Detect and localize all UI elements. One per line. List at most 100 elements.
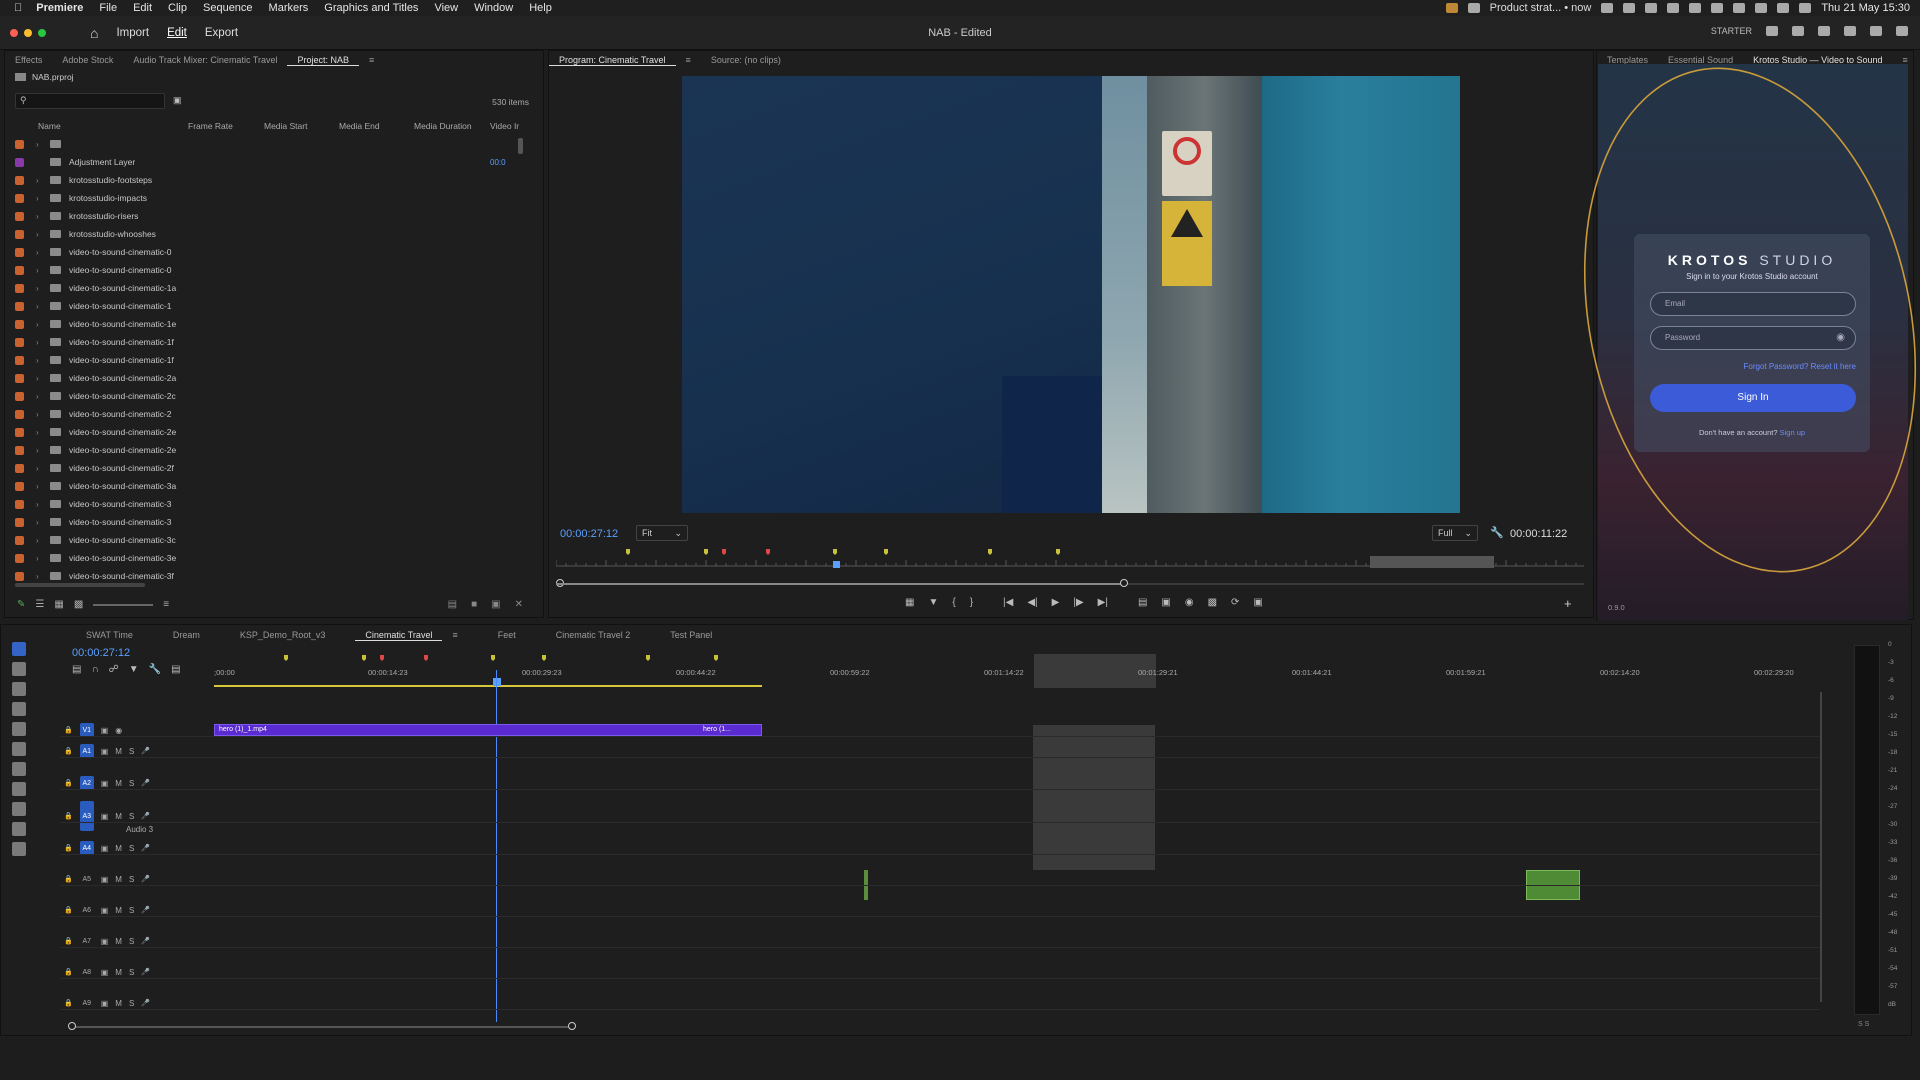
zoom-tool-icon[interactable] — [12, 802, 26, 816]
chevron-right-icon[interactable]: › — [36, 374, 46, 383]
track-header-a8[interactable]: 🔒 A8 ▣ M S 🎤 — [64, 960, 150, 984]
mic-icon[interactable]: 🎤 — [141, 779, 150, 787]
battery-icon[interactable] — [1733, 3, 1746, 13]
chevron-right-icon[interactable]: › — [36, 212, 46, 221]
new-bin-icon[interactable]: ▣ — [173, 95, 182, 106]
solo-button[interactable]: S — [129, 968, 134, 977]
import-tab[interactable]: Import — [116, 27, 149, 39]
status-icon-2[interactable] — [1623, 3, 1636, 13]
mark-in-icon[interactable]: { — [952, 597, 955, 608]
list-item[interactable]: › video-to-sound-cinematic-3 — [5, 495, 525, 513]
label-color-swatch[interactable] — [15, 373, 24, 383]
chevron-right-icon[interactable]: › — [36, 230, 46, 239]
tab-project[interactable]: Project: NAB — [287, 55, 359, 66]
menu-edit[interactable]: Edit — [133, 2, 152, 14]
menu-app-name[interactable]: Premiere — [36, 2, 83, 14]
razor-tool-icon[interactable] — [12, 702, 26, 716]
list-item[interactable]: › video-to-sound-cinematic-3c — [5, 531, 525, 549]
mic-icon[interactable] — [1445, 3, 1458, 13]
chevron-right-icon[interactable]: › — [36, 356, 46, 365]
sync-lock-icon[interactable]: ▣ — [101, 906, 109, 915]
playhead[interactable] — [496, 670, 497, 1022]
marker-icon[interactable]: ▼ — [928, 597, 938, 608]
control-center-icon[interactable] — [1799, 3, 1812, 13]
datetime[interactable]: Thu 21 May 15:30 — [1821, 2, 1910, 14]
edit-tab[interactable]: Edit — [167, 27, 187, 39]
list-item[interactable]: › video-to-sound-cinematic-0 — [5, 261, 525, 279]
nest-icon[interactable]: ▤ — [72, 664, 81, 675]
mute-button[interactable]: M — [115, 999, 122, 1008]
share-icon[interactable] — [1792, 26, 1804, 36]
sync-lock-icon[interactable]: ▣ — [101, 937, 109, 946]
track-header-a9[interactable]: 🔒 A9 ▣ M S 🎤 — [64, 991, 150, 1015]
overwrite-icon[interactable]: ▣ — [1161, 597, 1170, 608]
label-color-swatch[interactable] — [15, 193, 24, 203]
chevron-right-icon[interactable]: › — [36, 266, 46, 275]
list-item[interactable]: › video-to-sound-cinematic-2a — [5, 369, 525, 387]
project-search-input[interactable]: ⚲ — [15, 93, 165, 109]
program-scrub-ruler[interactable] — [555, 546, 1584, 570]
chevron-right-icon[interactable]: › — [36, 320, 46, 329]
label-color-swatch[interactable] — [15, 409, 24, 419]
chevron-right-icon[interactable]: › — [36, 464, 46, 473]
chevron-right-icon[interactable]: › — [36, 248, 46, 257]
eye-icon[interactable]: ◉ — [115, 726, 122, 735]
vertical-scrollbar[interactable] — [1820, 692, 1822, 1002]
sync-lock-icon[interactable]: ▣ — [101, 747, 109, 756]
fullscreen-icon[interactable] — [1896, 26, 1908, 36]
caption-tool-icon[interactable] — [12, 842, 26, 856]
export-tab[interactable]: Export — [205, 27, 238, 39]
tab-seq-test-panel[interactable]: Test Panel — [660, 630, 722, 640]
horizontal-scrollbar[interactable] — [15, 583, 145, 587]
list-item[interactable]: › krotosstudio-whooshes — [5, 225, 525, 243]
chevron-right-icon[interactable]: › — [36, 428, 46, 437]
list-item[interactable]: › video-to-sound-cinematic-2c — [5, 387, 525, 405]
lock-icon[interactable]: 🔒 — [64, 844, 73, 852]
label-color-swatch[interactable] — [15, 265, 24, 275]
automate-icon[interactable]: ▤ — [448, 599, 457, 610]
timeline-timecode[interactable]: 00:00:27:12 — [72, 647, 130, 659]
menu-view[interactable]: View — [434, 2, 458, 14]
track-target[interactable]: A1 — [79, 744, 94, 758]
track-header-a6[interactable]: 🔒 A6 ▣ M S 🎤 — [64, 898, 150, 922]
home-icon[interactable]: ⌂ — [90, 25, 98, 41]
menu-icon[interactable] — [1818, 26, 1830, 36]
sync-lock-icon[interactable]: ▣ — [101, 999, 109, 1008]
mark-out-icon[interactable]: } — [970, 597, 973, 608]
list-item[interactable]: › video-to-sound-cinematic-3 — [5, 513, 525, 531]
insert-icon[interactable]: ▤ — [1138, 597, 1147, 608]
lock-icon[interactable]: 🔒 — [64, 779, 73, 787]
label-color-swatch[interactable] — [15, 175, 24, 185]
chevron-right-icon[interactable]: › — [36, 392, 46, 401]
track-select-tool-icon[interactable] — [12, 662, 26, 676]
go-to-out-icon[interactable]: ▶| — [1098, 597, 1108, 608]
lock-icon[interactable]: 🔒 — [64, 906, 73, 914]
wrench-icon[interactable]: 🔧 — [1490, 526, 1504, 539]
sync-lock-icon[interactable]: ▣ — [101, 875, 109, 884]
ripple-edit-tool-icon[interactable] — [12, 682, 26, 696]
settings-wrench-icon[interactable]: 🔧 — [149, 664, 161, 675]
export-frame-icon[interactable]: ▦ — [905, 597, 914, 608]
mute-button[interactable]: M — [115, 779, 122, 788]
list-item[interactable]: › video-to-sound-cinematic-0 — [5, 243, 525, 261]
step-back-icon[interactable]: ◀| — [1027, 597, 1037, 608]
zoom-window-button[interactable] — [38, 28, 46, 37]
label-color-swatch[interactable] — [15, 427, 24, 437]
list-item[interactable]: › krotosstudio-impacts — [5, 189, 525, 207]
mic-icon[interactable]: 🎤 — [141, 747, 150, 755]
track-target[interactable]: V1 — [79, 723, 94, 737]
col-video-in[interactable]: Video Ir — [490, 121, 530, 131]
col-name[interactable]: Name — [38, 121, 188, 131]
solo-button[interactable]: S — [129, 844, 134, 853]
sync-lock-icon[interactable]: ▣ — [101, 844, 109, 853]
label-color-swatch[interactable] — [15, 157, 24, 167]
new-bin-button[interactable]: ■ — [471, 599, 477, 610]
mic-icon[interactable]: 🎤 — [141, 875, 150, 883]
list-item[interactable]: › krotosstudio-footsteps — [5, 171, 525, 189]
tab-source[interactable]: Source: (no clips) — [701, 55, 791, 65]
chevron-right-icon[interactable]: › — [36, 518, 46, 527]
program-video-frame[interactable] — [682, 76, 1460, 513]
video-clip[interactable]: hero (1)_1.mp4 hero (1... — [214, 724, 762, 736]
label-color-swatch[interactable] — [15, 517, 24, 527]
solo-button[interactable]: S — [129, 875, 134, 884]
